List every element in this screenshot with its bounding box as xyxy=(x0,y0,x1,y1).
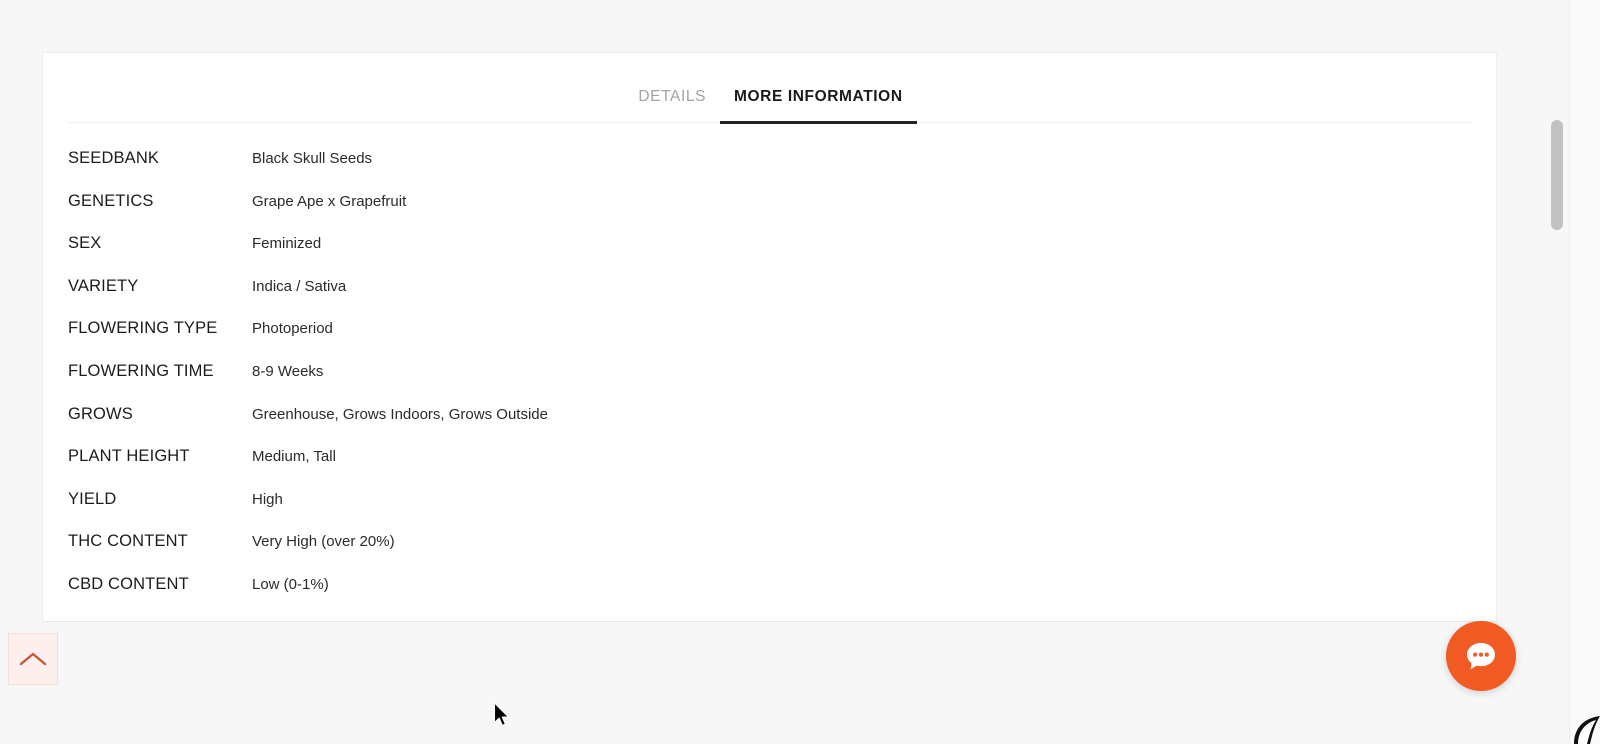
attribute-label: PLANT HEIGHT xyxy=(68,447,190,466)
chat-bubble-icon xyxy=(1462,637,1500,675)
tab-bar: DETAILS MORE INFORMATION xyxy=(68,53,1473,124)
attribute-label: CBD CONTENT xyxy=(68,574,189,593)
back-to-top-button[interactable] xyxy=(8,633,58,685)
table-row: FLOWERING TYPE Photoperiod xyxy=(68,319,1468,362)
table-row: PLANT HEIGHT Medium, Tall xyxy=(68,447,1468,490)
attribute-label: SEX xyxy=(68,234,102,253)
attribute-label: YIELD xyxy=(68,489,117,508)
attribute-label: SEEDBANK xyxy=(68,149,160,167)
attribute-label: GROWS xyxy=(68,404,133,423)
attribute-label: FLOWERING TYPE xyxy=(68,319,218,338)
attribute-label: FLOWERING TIME xyxy=(68,361,214,380)
attribute-value: Black Skull Seeds xyxy=(252,150,373,167)
attribute-value: High xyxy=(252,490,283,508)
vertical-scrollbar-track[interactable] xyxy=(1569,0,1600,744)
table-row: CBD CONTENT Low (0-1%) xyxy=(68,575,1468,618)
tab-details[interactable]: DETAILS xyxy=(624,53,720,121)
attribute-value: Feminized xyxy=(252,235,322,253)
more-information-table: SEEDBANK Black Skull Seeds GENETICS Grap… xyxy=(68,149,1468,618)
attribute-value: Very High (over 20%) xyxy=(252,533,395,551)
product-information-card: DETAILS MORE INFORMATION SEEDBANK Black … xyxy=(42,52,1497,622)
attribute-label: GENETICS xyxy=(68,191,154,210)
attribute-value: Low (0-1%) xyxy=(252,575,329,593)
attribute-value: Greenhouse, Grows Indoors, Grows Outside xyxy=(252,405,548,423)
table-row: VARIETY Indica / Sativa xyxy=(68,277,1468,320)
table-row: YIELD High xyxy=(68,490,1468,533)
page-viewport: DETAILS MORE INFORMATION SEEDBANK Black … xyxy=(0,0,1569,744)
chevron-up-icon xyxy=(19,650,47,668)
attribute-value: Grape Ape x Grapefruit xyxy=(252,192,407,210)
attribute-label: VARIETY xyxy=(68,276,139,295)
table-row: FLOWERING TIME 8-9 Weeks xyxy=(68,362,1468,405)
vertical-scrollbar-thumb[interactable] xyxy=(1551,120,1563,230)
table-row: SEEDBANK Black Skull Seeds xyxy=(68,149,1468,192)
table-row: SEX Feminized xyxy=(68,234,1468,277)
table-row: GROWS Greenhouse, Grows Indoors, Grows O… xyxy=(68,405,1468,448)
attribute-value: 8-9 Weeks xyxy=(252,362,324,380)
attribute-value: Indica / Sativa xyxy=(252,277,347,295)
attribute-value: Photoperiod xyxy=(252,320,333,338)
attribute-label: THC CONTENT xyxy=(68,532,188,551)
chat-launcher-button[interactable] xyxy=(1446,621,1516,691)
tab-more-information[interactable]: MORE INFORMATION xyxy=(720,53,917,124)
table-row: THC CONTENT Very High (over 20%) xyxy=(68,532,1468,575)
attribute-value: Medium, Tall xyxy=(252,448,336,466)
table-row: GENETICS Grape Ape x Grapefruit xyxy=(68,192,1468,235)
